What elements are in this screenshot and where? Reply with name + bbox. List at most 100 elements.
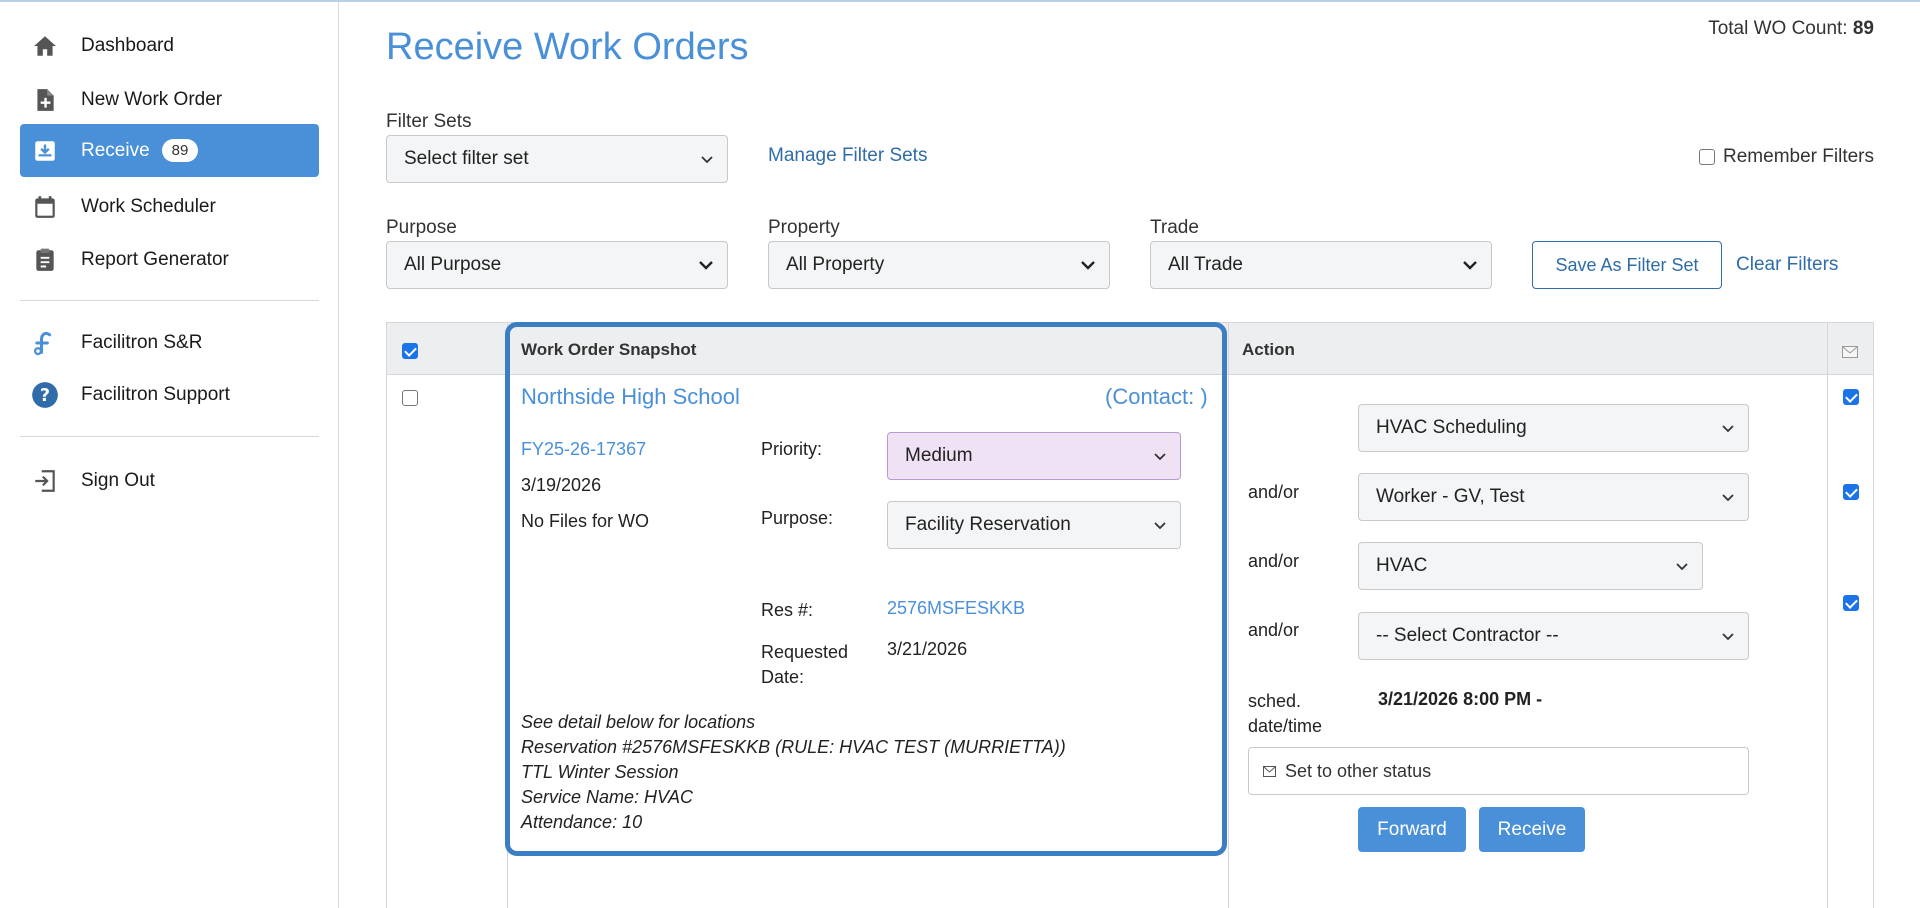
- sidebar-item-label: Receive: [81, 139, 150, 161]
- chevron-down-icon: [1081, 254, 1095, 276]
- sidebar-item-label: New Work Order: [81, 88, 223, 110]
- sidebar-item-facilitron-support[interactable]: ? Facilitron Support: [20, 368, 319, 421]
- forward-button[interactable]: Forward: [1358, 807, 1466, 852]
- action-trade-select[interactable]: HVAC: [1358, 542, 1703, 590]
- requested-date-label: Requested Date:: [761, 640, 848, 690]
- notify-checkbox[interactable]: [1843, 389, 1859, 405]
- worker-select-value: Worker - GV, Test: [1376, 486, 1525, 507]
- envelope-icon: [1263, 765, 1276, 777]
- priority-select-value: Medium: [905, 445, 973, 466]
- remember-filters-checkbox[interactable]: [1699, 149, 1716, 165]
- requested-date-label-line1: Requested: [761, 642, 849, 662]
- chevron-down-icon: [1154, 445, 1166, 467]
- column-divider: [1228, 323, 1229, 908]
- priority-label: Priority:: [761, 439, 823, 459]
- and-or-label: and/or: [1248, 551, 1300, 571]
- file-plus-icon: [28, 83, 62, 117]
- description-line: Service Name: HVAC: [521, 787, 694, 807]
- sched-label-line2: date/time: [1248, 716, 1323, 736]
- work-order-date: 3/19/2026: [521, 475, 602, 495]
- remember-filters[interactable]: Remember Filters: [1699, 146, 1874, 168]
- trade-label: Trade: [1150, 217, 1199, 238]
- purpose-select[interactable]: All Purpose: [386, 241, 728, 289]
- work-order-number-link[interactable]: FY25-26-17367: [521, 439, 646, 460]
- notify-checkbox[interactable]: [1843, 595, 1859, 611]
- purpose-select-value: All Purpose: [404, 254, 502, 275]
- description-line: Reservation #2576MSFESKKB (RULE: HVAC TE…: [521, 737, 1066, 757]
- sidebar-item-receive[interactable]: Receive 89: [20, 124, 319, 177]
- sidebar-divider: [20, 436, 319, 437]
- sidebar-item-facilitron-sr[interactable]: Facilitron S&R: [20, 316, 319, 369]
- sidebar-item-sign-out[interactable]: Sign Out: [20, 454, 319, 507]
- total-wo-count-label: Total WO Count:: [1708, 18, 1848, 39]
- receive-count-badge: 89: [161, 139, 199, 162]
- chevron-down-icon: [699, 254, 713, 276]
- property-select-value: All Property: [786, 254, 885, 275]
- priority-select[interactable]: Medium: [887, 432, 1181, 480]
- svg-text:?: ?: [40, 385, 50, 405]
- trade-select[interactable]: All Trade: [1150, 241, 1492, 289]
- column-header-action: Action: [1242, 340, 1295, 359]
- home-icon: [28, 29, 62, 63]
- chevron-down-icon: [701, 148, 713, 170]
- sched-label-line1: sched.: [1248, 691, 1302, 711]
- work-order-purpose-select[interactable]: Facility Reservation: [887, 501, 1181, 549]
- select-all-checkbox[interactable]: [402, 343, 418, 359]
- page-title: Receive Work Orders: [386, 26, 749, 68]
- chevron-down-icon: [1154, 514, 1166, 536]
- column-divider: [1827, 323, 1828, 908]
- sidebar-item-label: Work Scheduler: [81, 195, 216, 217]
- scheduling-select[interactable]: HVAC Scheduling: [1358, 404, 1749, 452]
- remember-filters-label: Remember Filters: [1723, 146, 1874, 167]
- description-line: TTL Winter Session: [521, 762, 679, 782]
- sidebar: Dashboard New Work Order Receive 89 Work…: [0, 2, 339, 908]
- chevron-down-icon: [1722, 417, 1734, 439]
- contractor-select[interactable]: -- Select Contractor --: [1358, 612, 1749, 660]
- work-order-purpose-value: Facility Reservation: [905, 514, 1071, 535]
- total-wo-count-value: 89: [1852, 18, 1874, 39]
- chevron-down-icon: [1722, 486, 1734, 508]
- action-trade-select-value: HVAC: [1376, 555, 1428, 576]
- envelope-icon: [1842, 342, 1858, 363]
- description-line: Attendance: 10: [521, 812, 643, 832]
- chevron-down-icon: [1722, 625, 1734, 647]
- inbox-download-icon: [28, 134, 62, 168]
- requested-date-label-line2: Date:: [761, 667, 805, 687]
- school-name-link[interactable]: Northside High School: [521, 384, 740, 410]
- work-order-files: No Files for WO: [521, 511, 650, 531]
- sidebar-item-label: Facilitron Support: [81, 383, 230, 405]
- clipboard-icon: [28, 243, 62, 277]
- receive-button[interactable]: Receive: [1479, 807, 1585, 852]
- filter-sets-label: Filter Sets: [386, 111, 472, 132]
- description-line: See detail below for locations: [521, 712, 756, 732]
- sidebar-item-report-generator[interactable]: Report Generator: [20, 233, 319, 286]
- set-other-status-field[interactable]: Set to other status: [1248, 747, 1749, 795]
- calendar-icon: [28, 190, 62, 224]
- chevron-down-icon: [1463, 254, 1477, 276]
- contact-link[interactable]: (Contact: ): [1105, 384, 1208, 410]
- sidebar-item-new-work-order[interactable]: New Work Order: [20, 73, 319, 126]
- help-circle-icon: ?: [28, 378, 62, 412]
- clear-filters-link[interactable]: Clear Filters: [1736, 254, 1838, 276]
- worker-select[interactable]: Worker - GV, Test: [1358, 473, 1749, 521]
- reservation-number-link[interactable]: 2576MSFESKKB: [887, 598, 1025, 619]
- property-label: Property: [768, 217, 840, 238]
- sidebar-item-work-scheduler[interactable]: Work Scheduler: [20, 180, 319, 233]
- sidebar-item-label: Report Generator: [81, 248, 229, 270]
- notify-checkbox[interactable]: [1843, 484, 1859, 500]
- column-header-snapshot: Work Order Snapshot: [521, 340, 697, 359]
- set-other-status-value: Set to other status: [1285, 760, 1432, 781]
- sched-date-time-value: 3/21/2026 8:00 PM -: [1378, 689, 1543, 709]
- filter-set-select-value: Select filter set: [404, 148, 529, 169]
- and-or-label: and/or: [1248, 620, 1300, 640]
- chevron-down-icon: [1676, 555, 1688, 577]
- manage-filter-sets-link[interactable]: Manage Filter Sets: [768, 145, 927, 167]
- property-select[interactable]: All Property: [768, 241, 1110, 289]
- reservation-label: Res #:: [761, 600, 814, 620]
- save-as-filter-set-button[interactable]: Save As Filter Set: [1532, 241, 1722, 289]
- row-select-checkbox[interactable]: [402, 390, 418, 406]
- sidebar-item-dashboard[interactable]: Dashboard: [20, 19, 319, 72]
- filter-set-select[interactable]: Select filter set: [386, 135, 728, 183]
- sidebar-item-label: Sign Out: [81, 469, 155, 491]
- scheduling-select-value: HVAC Scheduling: [1376, 417, 1527, 438]
